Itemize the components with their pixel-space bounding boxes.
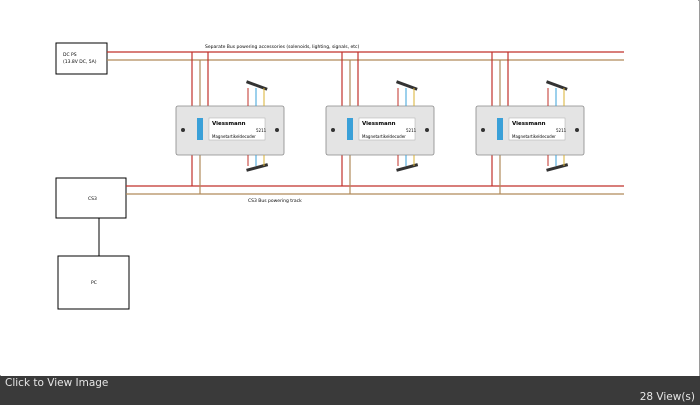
- decoder-2: Viessmann 5211 Magnetartikeldecoder: [325, 52, 435, 194]
- decoder-2-model: 5211: [406, 128, 417, 133]
- decoder-1: Viessmann 5211 Magnetartikeldecoder: [175, 52, 285, 194]
- diagram-svg: DC PS (13.8V DC, 5A) Separate Bus poweri…: [55, 42, 624, 310]
- dcps-label-1: DC PS: [63, 52, 77, 58]
- decoder-3-brand: Viessmann: [512, 121, 546, 127]
- decoder-1-brand: Viessmann: [212, 121, 246, 127]
- view-image-link[interactable]: Click to View Image: [5, 377, 108, 389]
- dcps-label-2: (13.8V DC, 5A): [63, 59, 97, 65]
- decoder-3-model: 5211: [556, 128, 567, 133]
- decoder-1-name: Magnetartikeldecoder: [212, 134, 256, 139]
- wiring-diagram[interactable]: DC PS (13.8V DC, 5A) Separate Bus poweri…: [0, 0, 698, 375]
- decoder-2-brand: Viessmann: [362, 121, 396, 127]
- dcps-box: [55, 42, 108, 75]
- pc-label: PC: [91, 280, 97, 286]
- decoder-3: Viessmann 5211 Magnetartikeldecoder: [475, 52, 585, 194]
- view-count: 28 View(s): [639, 391, 695, 403]
- decoder-1-model: 5211: [256, 128, 267, 133]
- decoder-3-name: Magnetartikeldecoder: [512, 134, 556, 139]
- accessory-bus-label: Separate Bus powering accessories (solen…: [205, 44, 359, 50]
- track-bus-label: CS3 Bus powering track: [248, 198, 302, 204]
- caption-bar: Click to View Image 28 View(s): [0, 376, 700, 405]
- decoder-2-name: Magnetartikeldecoder: [362, 134, 406, 139]
- cs3-label: CS3: [88, 196, 97, 202]
